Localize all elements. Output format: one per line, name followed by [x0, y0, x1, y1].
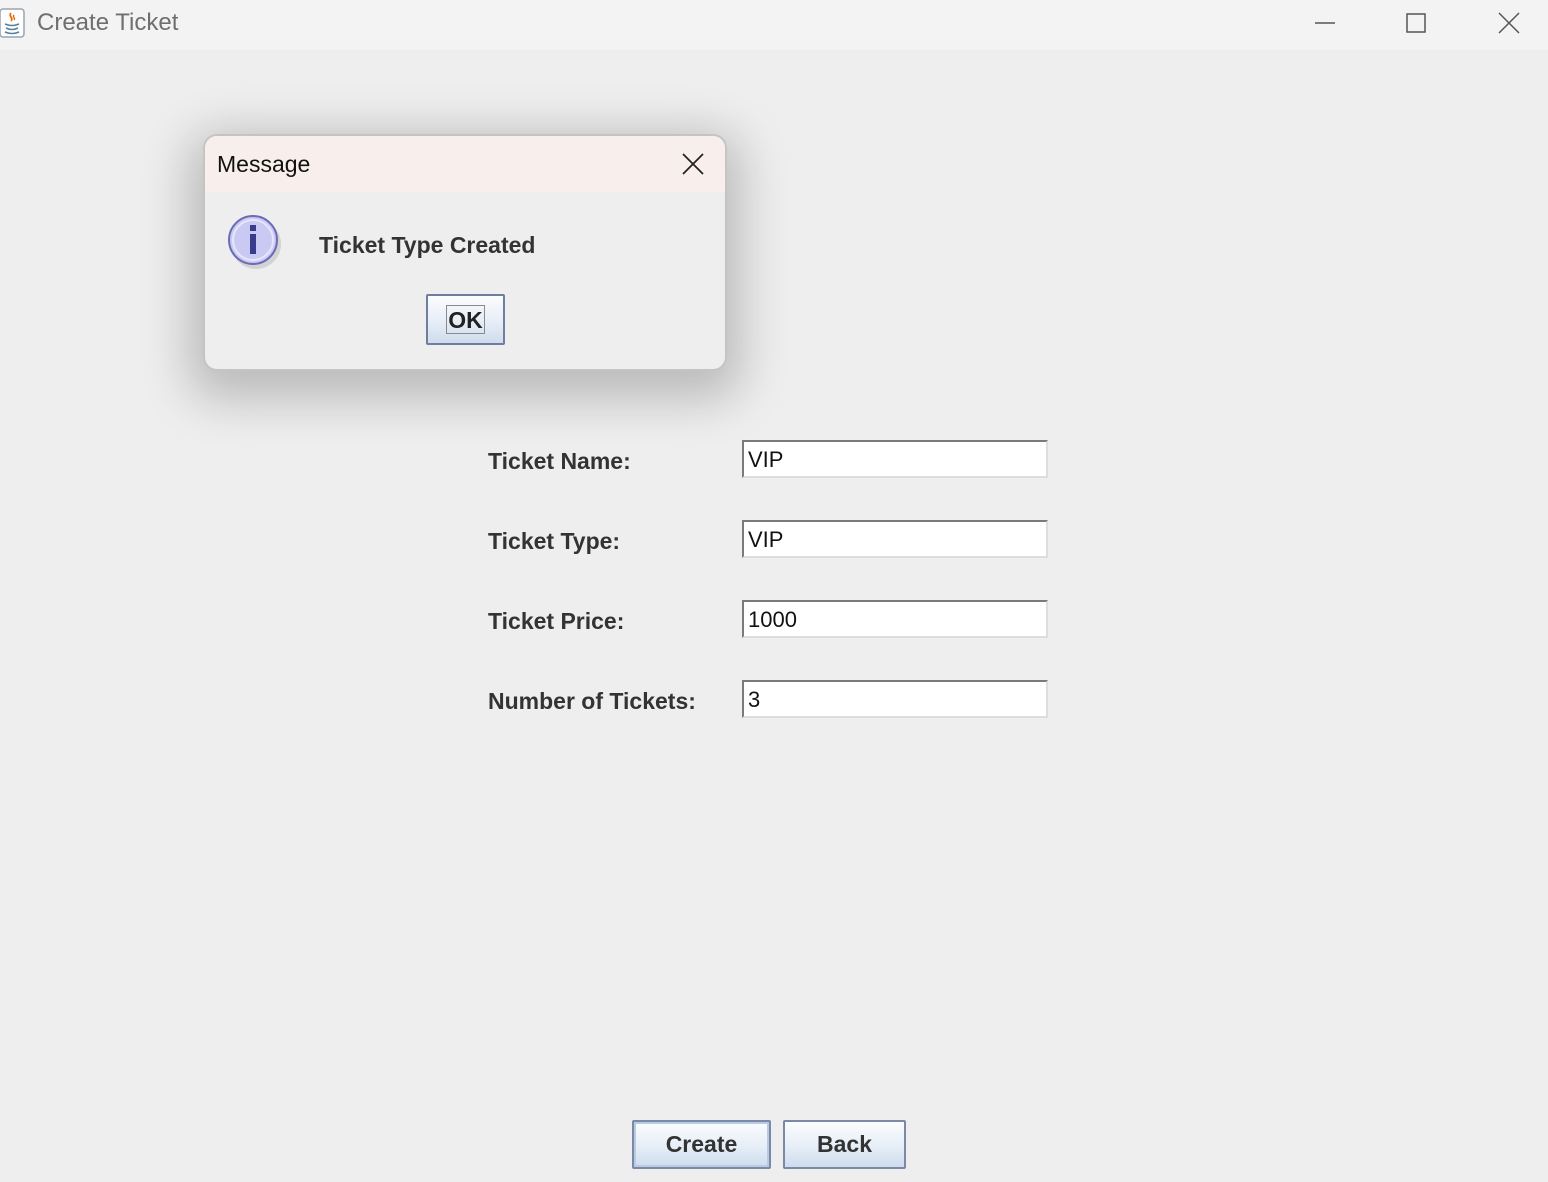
back-button[interactable]: Back: [783, 1120, 906, 1169]
ticket-price-input[interactable]: 1000: [742, 600, 1048, 638]
dialog-message: Ticket Type Created: [319, 232, 536, 258]
number-of-tickets-input[interactable]: 3: [742, 680, 1048, 718]
ticket-name-input[interactable]: VIP: [742, 440, 1048, 478]
minimize-icon: [1315, 22, 1335, 24]
number-of-tickets-label: Number of Tickets:: [488, 688, 696, 714]
window-title: Create Ticket: [37, 9, 179, 36]
create-button[interactable]: Create: [632, 1120, 771, 1169]
ticket-type-label: Ticket Type:: [488, 528, 621, 554]
window-titlebar: Create Ticket: [0, 0, 1548, 51]
close-icon: [1498, 12, 1520, 34]
ok-button-label: OK: [446, 305, 485, 334]
ok-button[interactable]: OK: [426, 294, 505, 345]
minimize-button[interactable]: [1290, 0, 1360, 46]
maximize-button[interactable]: [1381, 0, 1451, 46]
ticket-price-label: Ticket Price:: [488, 608, 625, 634]
java-app-icon: [0, 8, 25, 38]
close-window-button[interactable]: [1474, 0, 1544, 46]
close-icon: [682, 153, 704, 175]
info-icon: [228, 215, 281, 269]
dialog-close-button[interactable]: [677, 148, 709, 180]
dialog-title: Message: [217, 151, 311, 177]
ticket-name-label: Ticket Name:: [488, 448, 631, 474]
ticket-type-input[interactable]: VIP: [742, 520, 1048, 558]
maximize-icon: [1406, 13, 1426, 33]
dialog-titlebar: Message: [205, 136, 725, 192]
message-dialog: Message Ticket Type Created OK: [203, 134, 727, 371]
